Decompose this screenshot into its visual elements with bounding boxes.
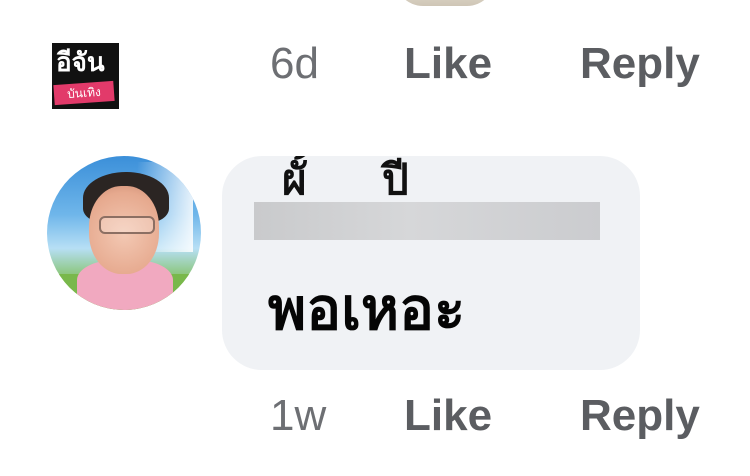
author-name-fragment-2[interactable]: ปี bbox=[382, 158, 409, 202]
previous-comment-like-button[interactable]: Like bbox=[404, 36, 580, 92]
comment-bubble[interactable]: ผั้ ปี พอเหอะ bbox=[222, 156, 640, 370]
comment-time[interactable]: 1w bbox=[270, 388, 404, 444]
previous-comment-actions: 6d Like Reply bbox=[270, 36, 700, 92]
comment-like-button[interactable]: Like bbox=[404, 388, 580, 444]
emoji-reaction-fragment bbox=[395, 0, 495, 6]
author-name-blur bbox=[254, 202, 600, 240]
comment-actions: 1w Like Reply bbox=[270, 388, 700, 444]
comment-text: พอเหอะ bbox=[268, 275, 466, 343]
previous-comment-reply-button[interactable]: Reply bbox=[580, 36, 700, 92]
author-name-fragment[interactable]: ผั้ bbox=[282, 158, 307, 202]
avatar[interactable] bbox=[47, 156, 201, 310]
avatar-glasses bbox=[99, 216, 155, 234]
previous-comment-time[interactable]: 6d bbox=[270, 36, 404, 92]
watermark-line1: อีจัน bbox=[56, 48, 105, 78]
comment-reply-button[interactable]: Reply bbox=[580, 388, 700, 444]
watermark-logo: อีจัน บันเทิง bbox=[52, 43, 119, 109]
watermark-line2: บันเทิง bbox=[53, 80, 115, 106]
